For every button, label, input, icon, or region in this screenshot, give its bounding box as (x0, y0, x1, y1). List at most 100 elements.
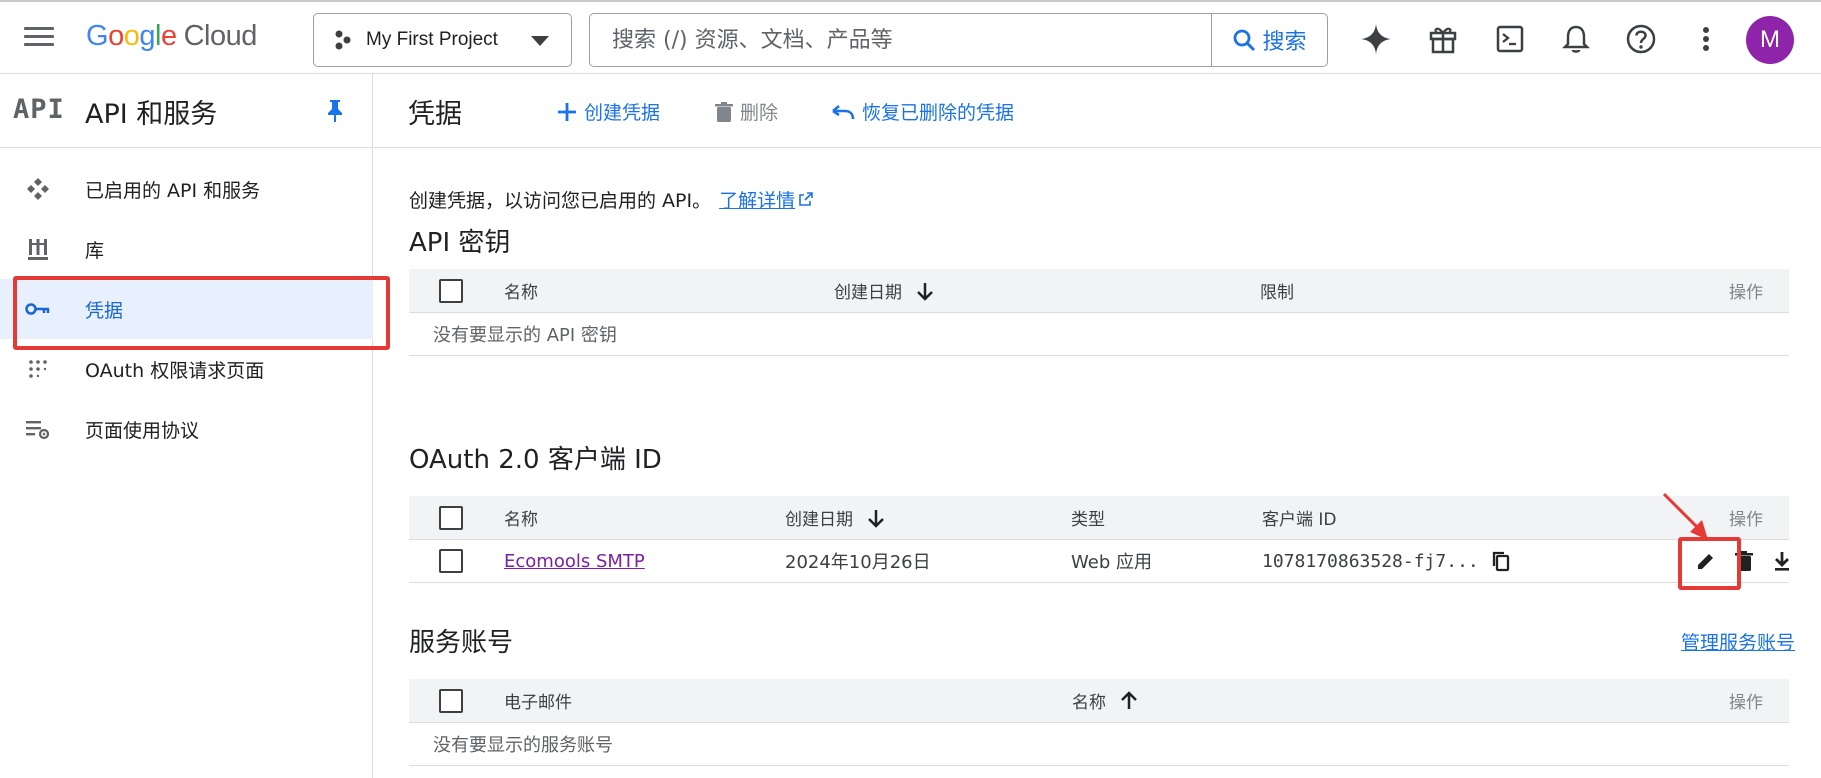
trash-icon (715, 101, 733, 122)
download-icon[interactable] (1772, 550, 1792, 572)
search-bar: 搜索 (589, 13, 1328, 67)
table-row: Ecomools SMTP 2024年10月26日 Web 应用 1078170… (409, 540, 1789, 583)
delete-trash-icon[interactable] (1734, 550, 1754, 572)
api-keys-table: 名称 创建日期 限制 操作 没有要显示的 API 密钥 (409, 269, 1789, 356)
intro-text-row: 创建凭据，以访问您已启用的 API。 了解详情 (409, 186, 814, 213)
column-header-type[interactable]: 类型 (1071, 496, 1105, 539)
logo-letter: G (86, 20, 109, 52)
select-all-checkbox[interactable] (439, 505, 463, 530)
table-empty-row: 没有要显示的服务账号 (409, 723, 1789, 766)
row-checkbox-cell (439, 540, 463, 582)
select-all-checkbox[interactable] (439, 278, 463, 303)
service-accounts-section-title: 服务账号 (409, 628, 514, 658)
project-name: My First Project (366, 29, 498, 50)
column-header-name-label: 名称 (1072, 693, 1106, 713)
empty-message: 没有要显示的服务账号 (433, 735, 613, 756)
create-credentials-label: 创建凭据 (584, 102, 661, 124)
download-cell (1772, 540, 1792, 582)
manage-service-accounts-link[interactable]: 管理服务账号 (1681, 628, 1795, 655)
column-header-created-date[interactable]: 创建日期 (834, 269, 936, 312)
column-header-actions: 操作 (1729, 283, 1763, 303)
select-all-checkbox-cell (439, 496, 463, 539)
sidebar-item-label: 页面使用协议 (85, 419, 200, 442)
column-header-actions: 操作 (1729, 693, 1763, 713)
delete-label: 删除 (740, 102, 779, 124)
intro-text: 创建凭据，以访问您已启用的 API。 (409, 190, 712, 212)
column-header-name[interactable]: 名称 (504, 269, 538, 312)
search-input[interactable] (590, 14, 1211, 66)
gift-icon[interactable] (1424, 20, 1462, 58)
enabled-apis-icon (24, 175, 52, 203)
project-icon (335, 30, 351, 50)
type-cell: Web 应用 (1071, 552, 1152, 573)
sidebar-item-label: OAuth 权限请求页面 (85, 359, 265, 382)
column-header-actions: 操作 (1729, 510, 1763, 530)
table-header: 电子邮件 名称 操作 (409, 679, 1789, 723)
main-menu-icon[interactable] (22, 24, 56, 52)
column-header-created-date[interactable]: 创建日期 (785, 496, 887, 539)
learn-more-link[interactable]: 了解详情 (719, 190, 814, 212)
sidebar-item-label: 库 (85, 239, 105, 262)
sidebar: API API 和服务 已启用的 API 和服务 库 凭据 OAuth 权限请求… (0, 74, 373, 778)
restore-label: 恢复已删除的凭据 (862, 102, 1015, 124)
sidebar-item-enabled-apis[interactable]: 已启用的 API 和服务 (0, 159, 373, 219)
create-credentials-button[interactable]: 创建凭据 (556, 98, 660, 125)
select-all-checkbox[interactable] (439, 688, 463, 713)
page-title: 凭据 (408, 99, 462, 130)
delete-button[interactable]: 删除 (714, 98, 778, 125)
column-header-email[interactable]: 电子邮件 (504, 679, 572, 722)
table-header: 名称 创建日期 限制 操作 (409, 269, 1789, 313)
column-header-name[interactable]: 名称 (504, 496, 538, 539)
notifications-bell-icon[interactable] (1557, 20, 1595, 58)
edit-pencil-icon[interactable] (1695, 550, 1717, 572)
library-icon (24, 235, 52, 263)
copy-icon[interactable] (1491, 550, 1511, 572)
sidebar-item-page-usage[interactable]: 页面使用协议 (0, 399, 373, 459)
search-icon (1234, 29, 1256, 52)
top-bar: GoogleCloud My First Project 搜索 M (0, 0, 1821, 74)
oauth-section-title: OAuth 2.0 客户端 ID (409, 445, 662, 475)
learn-more-label: 了解详情 (719, 190, 796, 212)
arrow-up-icon (1121, 690, 1137, 709)
arrow-down-icon (917, 282, 933, 301)
sidebar-item-library[interactable]: 库 (0, 219, 373, 279)
sidebar-item-label: 凭据 (85, 299, 124, 322)
more-vert-icon[interactable] (1687, 20, 1725, 58)
help-icon[interactable] (1622, 20, 1660, 58)
column-header-created-date-label: 创建日期 (785, 510, 853, 530)
cloud-shell-icon[interactable] (1491, 20, 1529, 58)
column-header-created-date-label: 创建日期 (834, 283, 902, 303)
avatar[interactable]: M (1746, 16, 1794, 64)
oauth-clients-table: 名称 创建日期 类型 客户端 ID 操作 Ecomools SMTP 2024年… (409, 496, 1789, 583)
client-id-value: 1078170863528-fj7... (1262, 550, 1479, 572)
edit-cell (1695, 540, 1717, 582)
row-checkbox[interactable] (439, 549, 463, 573)
pin-icon[interactable] (325, 98, 345, 128)
column-header-name[interactable]: 名称 (1072, 679, 1140, 722)
client-name-cell: Ecomools SMTP (504, 540, 645, 582)
gemini-sparkle-icon[interactable] (1357, 20, 1395, 58)
restore-deleted-credentials-button[interactable]: 恢复已删除的凭据 (830, 98, 1014, 125)
api-logo: API (13, 94, 65, 125)
key-icon (24, 295, 52, 323)
sidebar-title: API 和服务 (85, 99, 218, 130)
sidebar-item-credentials[interactable]: 凭据 (0, 279, 373, 339)
arrow-down-icon (868, 509, 884, 528)
logo-letter: o (123, 20, 140, 52)
google-cloud-logo[interactable]: Google Cloud (86, 20, 257, 53)
logo-cloud-text: Cloud (183, 20, 258, 52)
table-empty-row: 没有要显示的 API 密钥 (409, 313, 1789, 356)
client-id-cell: 1078170863528-fj7... (1262, 540, 1511, 582)
empty-message: 没有要显示的 API 密钥 (433, 325, 617, 346)
main-header: 凭据 创建凭据 删除 恢复已删除的凭据 (374, 74, 1821, 148)
project-picker[interactable]: My First Project (313, 13, 572, 67)
oauth-consent-icon (24, 355, 52, 383)
delete-cell (1734, 540, 1754, 582)
undo-icon (832, 104, 855, 119)
logo-letter: e (160, 20, 177, 52)
search-button-label: 搜索 (1262, 30, 1307, 55)
sidebar-item-oauth-consent[interactable]: OAuth 权限请求页面 (0, 339, 373, 399)
search-button[interactable]: 搜索 (1211, 14, 1327, 66)
client-name-link[interactable]: Ecomools SMTP (504, 551, 645, 572)
sidebar-item-label: 已启用的 API 和服务 (85, 179, 261, 202)
